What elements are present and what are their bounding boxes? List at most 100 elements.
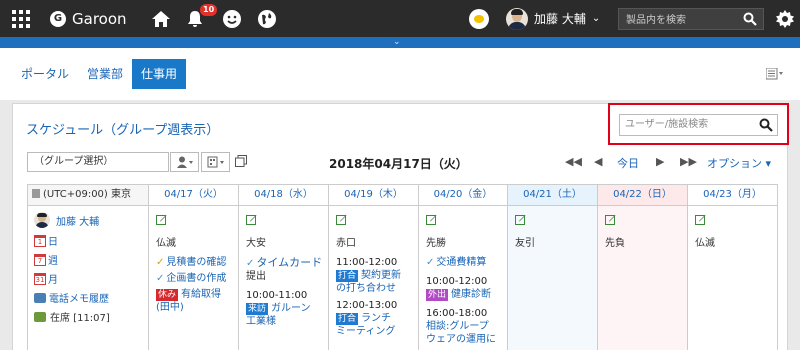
- header-collapse-strip[interactable]: ⌄: [0, 37, 800, 48]
- event-item[interactable]: 休み 有給取得 (田中): [156, 288, 238, 314]
- week-view-link[interactable]: 7週: [34, 252, 148, 267]
- week-grid-header: (UTC+09:00) 東京 04/17（火） 04/18（水） 04/19（木…: [27, 184, 778, 206]
- day-column-0418[interactable]: 大安 ✓ タイムカード 提出 10:00-11:00 来訪 ガルーン 工業様: [239, 206, 329, 350]
- day-header-0419[interactable]: 04/19（木）: [329, 185, 419, 205]
- event-tag: 休み: [156, 289, 179, 301]
- phone-memo-link[interactable]: 電話メモ履歴: [34, 290, 148, 305]
- day-column-0421[interactable]: 友引: [508, 206, 598, 350]
- group-select[interactable]: （グループ選択）: [27, 152, 169, 172]
- tab-work[interactable]: 仕事用: [132, 59, 187, 89]
- previous-week-icon[interactable]: ◀◀: [565, 155, 582, 168]
- tab-sales[interactable]: 営業部: [78, 59, 132, 89]
- previous-day-icon[interactable]: ◀: [594, 155, 602, 168]
- todo-warning-icon: ✓: [156, 257, 165, 268]
- add-event-icon[interactable]: [695, 214, 706, 225]
- event-time: 12:00-13:00: [336, 300, 398, 311]
- add-event-icon[interactable]: [246, 214, 257, 225]
- next-week-icon[interactable]: ▶▶: [680, 155, 697, 168]
- todo-check-icon: ✓: [426, 257, 435, 268]
- timezone-label: (UTC+09:00) 東京: [43, 189, 132, 200]
- day-view-link[interactable]: 1日: [34, 233, 148, 248]
- garoon-logo[interactable]: G Garoon: [50, 0, 127, 37]
- event-time: 11:00-12:00: [336, 257, 398, 268]
- todo-label: タイムカード: [256, 256, 323, 269]
- todo-label: 見積書の確認: [166, 257, 227, 268]
- todo-item[interactable]: ✓ 見積書の確認: [156, 256, 238, 269]
- popup-window-icon[interactable]: [235, 155, 247, 170]
- add-event-icon[interactable]: [426, 214, 437, 225]
- rokuyo-label: 友引: [515, 238, 535, 249]
- portal-tabs: ポータル 営業部 仕事用: [12, 59, 187, 89]
- globe-icon[interactable]: [257, 0, 277, 37]
- day-column-0423[interactable]: 仏滅: [688, 206, 777, 350]
- user-menu[interactable]: 加藤 大輔 ⌄: [534, 0, 600, 37]
- add-event-icon[interactable]: [336, 214, 347, 225]
- week-view-label: 週: [48, 256, 58, 267]
- add-event-icon[interactable]: [605, 214, 616, 225]
- month-view-link[interactable]: 31 月: [34, 271, 148, 286]
- global-search[interactable]: 製品内を検索: [618, 0, 764, 37]
- day-header-0423[interactable]: 04/23（月）: [688, 185, 777, 205]
- schedule-user-name: 加藤 大輔: [56, 216, 100, 228]
- app-menu-icon[interactable]: [12, 0, 34, 37]
- top-navigation-bar: G Garoon 10 加藤 大輔 ⌄ 製品内を検索: [0, 0, 800, 37]
- day-column-0420[interactable]: 先勝 ✓ 交通費精算 10:00-12:00 外出 健康診断 16:00-18:00…: [419, 206, 508, 350]
- status-dot: [469, 8, 489, 29]
- event-time: 16:00-18:00: [426, 308, 488, 319]
- add-event-icon[interactable]: [515, 214, 526, 225]
- day-header-0418[interactable]: 04/18（水）: [239, 185, 329, 205]
- event-item[interactable]: 打合 ランチ ミーティング: [336, 312, 418, 338]
- event-item[interactable]: 来訪 ガルーン 工業様: [246, 302, 328, 328]
- day-header-0417[interactable]: 04/17（火）: [149, 185, 239, 205]
- chevron-down-icon[interactable]: ⌄: [393, 37, 401, 48]
- event-label-cont: ミーティング: [336, 326, 396, 337]
- user-avatar[interactable]: [506, 0, 528, 37]
- day-header-0422[interactable]: 04/22（日）: [598, 185, 688, 205]
- event-item[interactable]: 打合 契約更新 の打ち合わせ: [336, 269, 418, 295]
- app-name: Garoon: [72, 9, 127, 28]
- search-input[interactable]: 製品内を検索: [618, 7, 764, 30]
- todo-item[interactable]: ✓ 交通費精算: [426, 256, 507, 269]
- schedule-title[interactable]: スケジュール（グループ週表示）: [26, 119, 219, 138]
- timezone-cell[interactable]: (UTC+09:00) 東京: [28, 185, 149, 205]
- gear-icon[interactable]: [776, 0, 794, 37]
- event-label-cont: の打ち合わせ: [336, 283, 396, 294]
- user-select-button[interactable]: [170, 152, 199, 172]
- todo-item[interactable]: ✓ タイムカード 提出: [246, 256, 328, 283]
- smile-icon[interactable]: [222, 0, 242, 37]
- day-column-0417[interactable]: 仏滅 ✓ 見積書の確認 ✓ 企画書の作成 休み 有給取得 (田中): [149, 206, 239, 350]
- add-event-icon[interactable]: [156, 214, 167, 225]
- rokuyo-label: 仏滅: [695, 238, 715, 249]
- todo-item[interactable]: ✓ 企画書の作成: [156, 272, 238, 285]
- event-label-cont: (田中): [156, 302, 184, 313]
- notification-bell-icon[interactable]: 10: [186, 0, 218, 37]
- today-link[interactable]: 今日: [617, 155, 639, 171]
- event-item[interactable]: 外出 健康診断: [426, 288, 507, 301]
- event-item[interactable]: 相談:グループ ウェアの運用に: [426, 320, 507, 346]
- tab-portal[interactable]: ポータル: [12, 59, 78, 89]
- search-icon[interactable]: [743, 12, 757, 26]
- day-column-0422[interactable]: 先負: [598, 206, 688, 350]
- list-menu-icon[interactable]: [765, 67, 784, 83]
- presence-status[interactable]: 在席 [11:07]: [34, 309, 148, 324]
- facility-select-button[interactable]: [201, 152, 230, 172]
- day-header-0420[interactable]: 04/20（金）: [419, 185, 508, 205]
- day-header-0421[interactable]: 04/21（土）: [508, 185, 598, 205]
- user-column: 加藤 大輔 1日 7週 31 月 電話メモ履歴 在席 [11:07]: [28, 206, 149, 350]
- event-label: 健康診断: [451, 289, 492, 300]
- presence-status-icon[interactable]: [469, 0, 489, 37]
- calendar-week-icon: 7: [34, 253, 46, 266]
- next-day-icon[interactable]: ▶: [656, 155, 664, 168]
- rokuyo-label: 先勝: [426, 238, 446, 249]
- calendar-day-icon: 1: [34, 234, 46, 247]
- event-tag: 来訪: [246, 303, 269, 315]
- building-icon: [32, 189, 40, 198]
- home-icon[interactable]: [151, 0, 171, 37]
- options-menu[interactable]: オプション ▾: [707, 155, 771, 171]
- avatar: [506, 7, 528, 30]
- todo-check-icon: ✓: [246, 258, 255, 269]
- highlight-box: [608, 103, 789, 145]
- user-name-row[interactable]: 加藤 大輔: [34, 212, 148, 228]
- day-column-0419[interactable]: 赤口 11:00-12:00 打合 契約更新 の打ち合わせ 12:00-13:00 …: [329, 206, 419, 350]
- rokuyo-label: 大安: [246, 238, 266, 249]
